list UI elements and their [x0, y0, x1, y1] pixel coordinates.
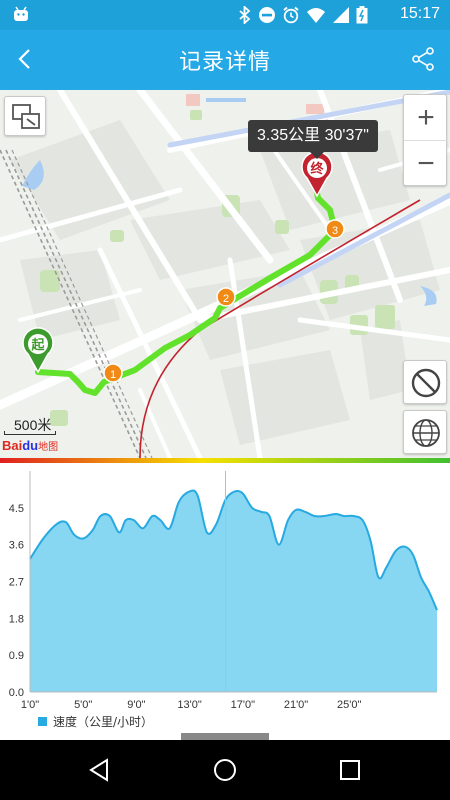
signal-icon — [333, 7, 349, 23]
fullscreen-icon — [12, 104, 40, 129]
x-tick-label: 5'0" — [74, 699, 92, 711]
traffic-toggle-button[interactable] — [403, 360, 447, 404]
scroll-indicator — [181, 733, 269, 740]
map-canvas[interactable]: 1 2 3 起 终 — [0, 90, 450, 458]
start-marker-label: 起 — [30, 337, 45, 353]
y-tick-label: 0.9 — [9, 650, 24, 662]
wifi-icon — [307, 8, 325, 23]
legend-swatch — [38, 717, 47, 726]
status-time: 15:17 — [399, 5, 440, 22]
zoom-in-button[interactable]: + — [404, 95, 448, 141]
app-screen: 15:17 记录详情 1 2 3 起 终 + − 3.35公里 30'37" 5… — [0, 0, 450, 800]
waypoint-2-label: 2 — [223, 293, 229, 305]
x-tick-label: 1'0" — [21, 699, 39, 711]
do-not-disturb-icon — [259, 7, 275, 23]
waypoint-1-label: 1 — [110, 369, 116, 381]
route-summary-tooltip: 3.35公里 30'37" — [248, 120, 378, 159]
zoom-controls: + − — [403, 94, 448, 187]
bluetooth-icon — [239, 6, 251, 24]
globe-icon — [412, 419, 440, 447]
scale-bar — [4, 431, 56, 435]
map-layer-button[interactable] — [403, 410, 447, 454]
chart-legend: 速度（公里/小时） — [38, 713, 153, 730]
end-marker-label: 终 — [310, 161, 324, 177]
zoom-out-button[interactable]: − — [404, 141, 448, 187]
share-icon[interactable] — [410, 46, 436, 72]
y-tick-label: 2.7 — [9, 577, 24, 589]
android-icon — [14, 6, 28, 21]
waypoint-1[interactable]: 1 — [103, 363, 123, 383]
x-tick-label: 13'0" — [177, 699, 201, 711]
y-tick-label: 0.0 — [9, 687, 24, 699]
x-tick-label: 17'0" — [231, 699, 255, 711]
status-icons — [238, 6, 368, 24]
speed-chart-canvas: 0.0 0.9 1.8 2.7 3.6 4.5 1'0" 5'0" 9'0" 13'0" 17'0"… — [9, 471, 438, 711]
y-tick-label: 3.6 — [9, 540, 24, 552]
waypoint-2[interactable]: 2 — [216, 287, 236, 307]
x-tick-label: 9'0" — [127, 699, 145, 711]
status-bar: 15:17 — [0, 0, 450, 30]
map-scale: 500米 — [2, 413, 58, 435]
system-nav-bar — [0, 740, 450, 800]
waypoint-3[interactable]: 3 — [325, 219, 345, 239]
x-tick-label: 25'0" — [337, 699, 361, 711]
y-tick-label: 1.8 — [9, 613, 24, 625]
legend-label: 速度（公里/小时） — [53, 715, 154, 729]
speed-chart: 0.0 0.9 1.8 2.7 3.6 4.5 1'0" 5'0" 9'0" 13'0" 17'0"… — [0, 463, 450, 740]
alarm-icon — [283, 6, 299, 24]
waypoint-3-label: 3 — [332, 225, 338, 237]
nav-back-icon[interactable] — [85, 755, 115, 785]
nav-recents-icon[interactable] — [335, 755, 365, 785]
x-tick-label: 21'0" — [284, 699, 308, 711]
start-marker[interactable]: 起 — [22, 327, 54, 374]
route-map[interactable]: 1 2 3 起 终 + − 3.35公里 30'37" 500米 Baidu地图 — [0, 90, 450, 458]
page-title: 记录详情 — [178, 50, 271, 75]
nav-home-icon[interactable] — [210, 755, 240, 785]
no-entry-icon — [411, 368, 441, 398]
baidu-map-logo: Baidu地图 — [2, 438, 59, 453]
app-header: 记录详情 — [0, 30, 450, 90]
y-tick-label: 4.5 — [9, 503, 24, 515]
fullscreen-button[interactable] — [4, 96, 46, 136]
speed-area-fill — [30, 490, 437, 692]
battery-icon — [356, 6, 368, 24]
